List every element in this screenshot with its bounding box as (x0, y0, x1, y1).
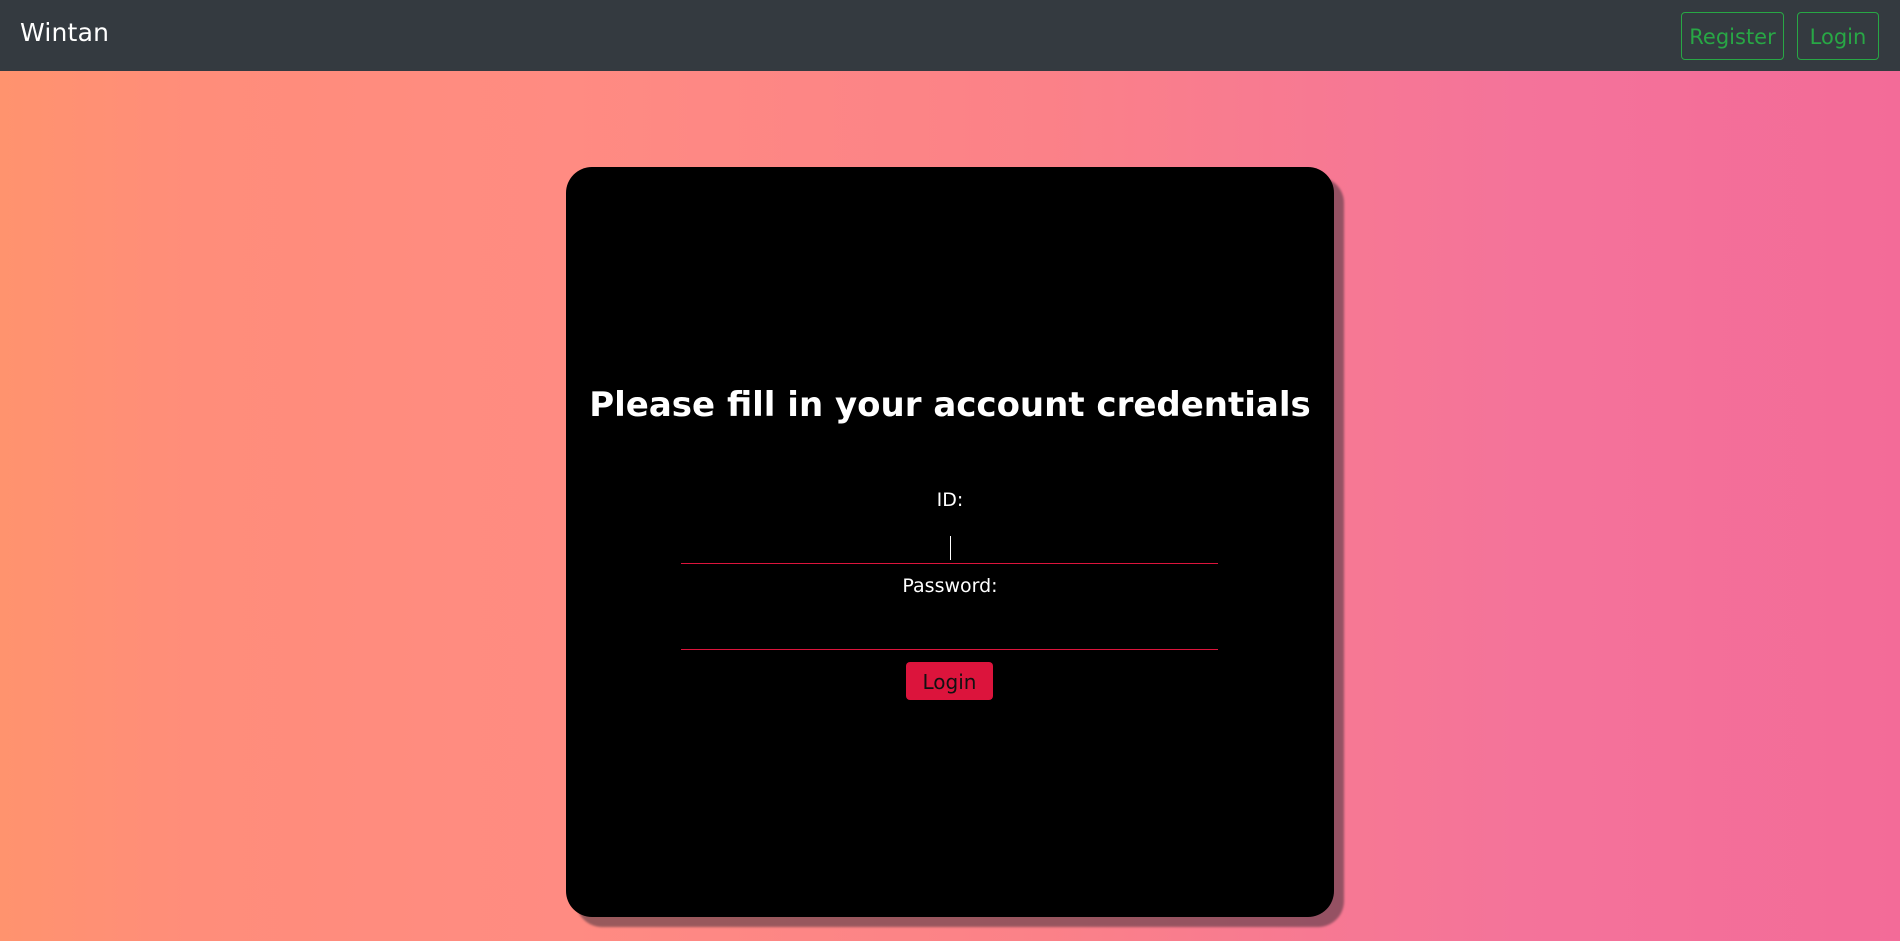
form-title: Please fill in your account credentials (589, 385, 1311, 425)
login-submit-button[interactable]: Login (906, 662, 993, 700)
navbar: Wintan Register Login (0, 0, 1900, 71)
nav-login-button[interactable]: Login (1797, 12, 1879, 60)
register-button[interactable]: Register (1681, 12, 1784, 60)
text-caret (950, 536, 951, 560)
password-input[interactable] (681, 620, 1218, 650)
brand-logo-text[interactable]: Wintan (20, 18, 109, 47)
password-label: Password: (902, 575, 998, 597)
id-label: ID: (936, 489, 964, 511)
